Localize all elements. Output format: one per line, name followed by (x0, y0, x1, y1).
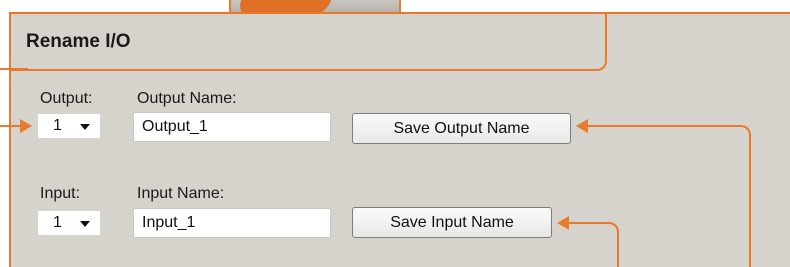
section-title: Rename I/O (26, 31, 131, 52)
input-select-value: 1 (53, 214, 62, 231)
input-name-field[interactable]: Input_1 (133, 208, 331, 238)
input-select[interactable]: 1 (38, 211, 100, 235)
input-name-label: Input Name: (137, 185, 225, 202)
chevron-down-icon (80, 124, 90, 130)
output-name-label: Output Name: (137, 90, 237, 107)
output-label: Output: (40, 90, 93, 107)
save-output-name-button[interactable]: Save Output Name (352, 113, 571, 144)
output-select-value: 1 (53, 117, 62, 134)
callout-line (0, 68, 28, 70)
input-label: Input: (40, 185, 81, 202)
output-name-field[interactable]: Output_1 (133, 112, 331, 142)
chevron-down-icon (80, 221, 90, 227)
output-select[interactable]: 1 (38, 114, 100, 138)
callout-line (0, 125, 20, 127)
callout-arrow (20, 119, 32, 133)
callout-line (567, 222, 619, 267)
save-input-name-button[interactable]: Save Input Name (352, 207, 552, 238)
